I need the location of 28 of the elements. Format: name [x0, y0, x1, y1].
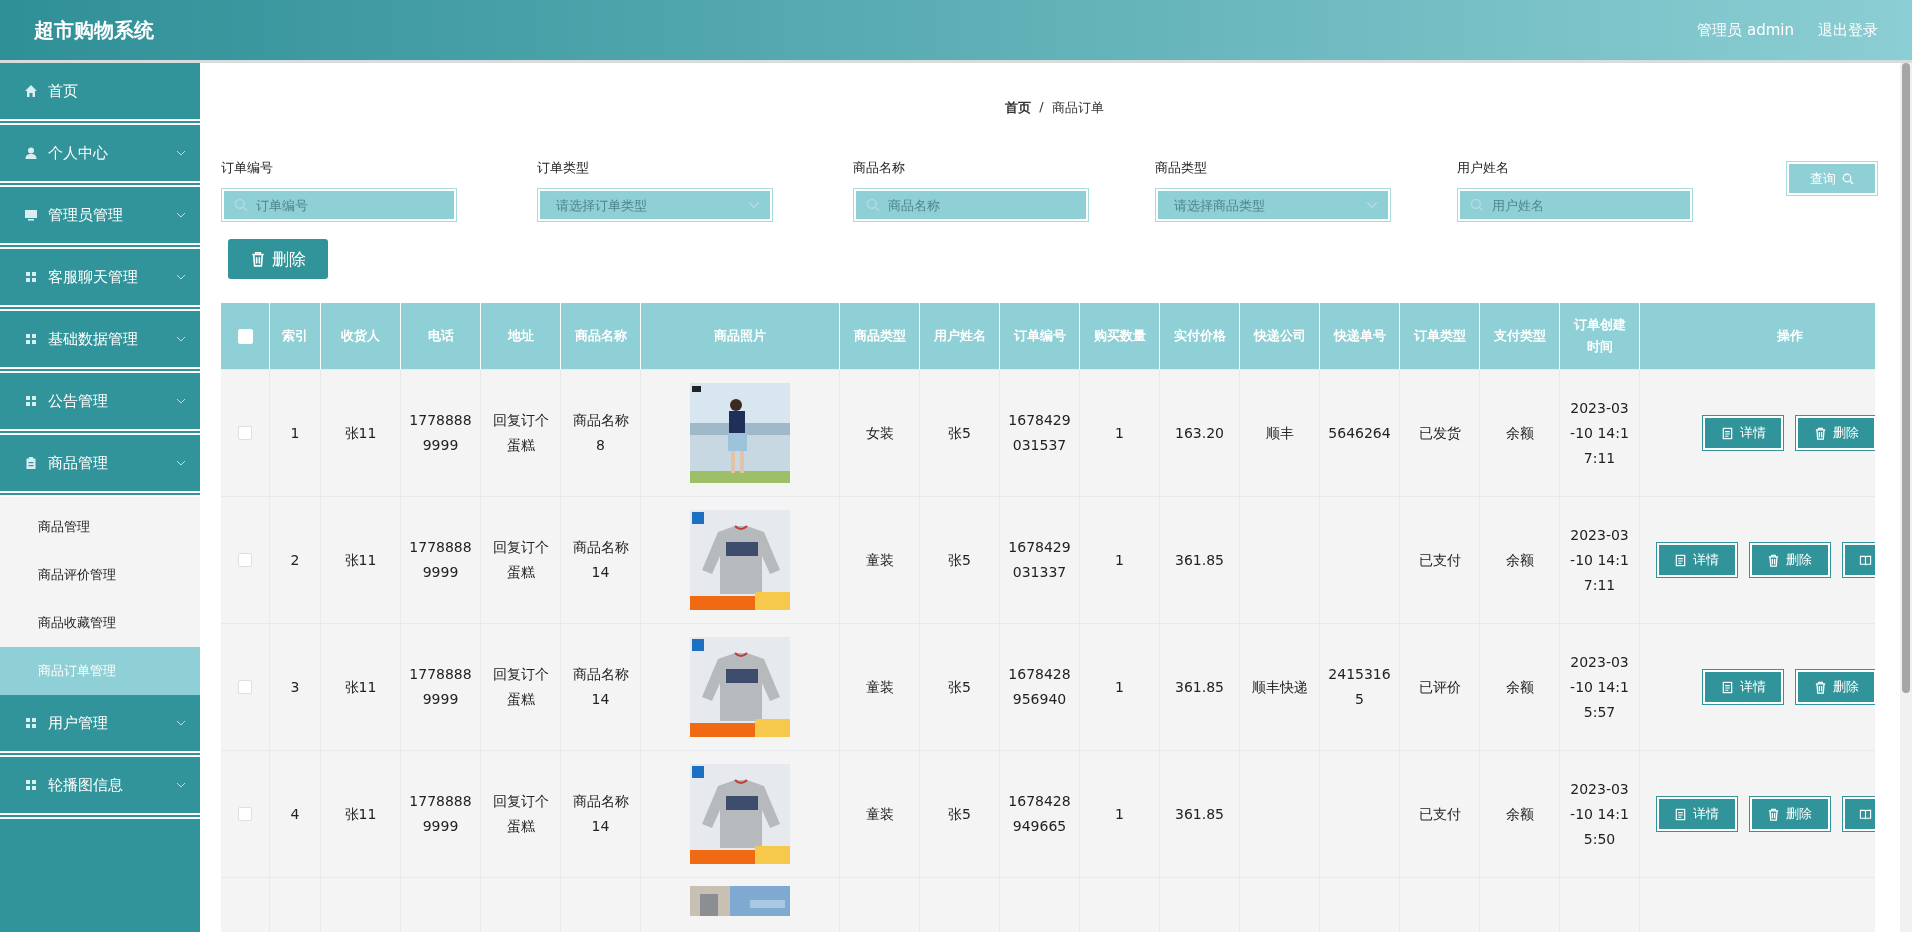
delete-button[interactable]: 删除 — [228, 239, 328, 279]
filter-label: 用户姓名 — [1457, 159, 1510, 176]
delete-row-button[interactable]: 删除 — [1748, 542, 1831, 578]
admin-user-label: 管理员 admin — [1697, 20, 1794, 40]
detail-button[interactable]: 详情 — [1655, 796, 1738, 832]
delete-row-button[interactable]: 删除 — [1748, 796, 1831, 832]
filter-label: 商品类型 — [1155, 159, 1208, 176]
select-field[interactable]: 请选择商品类型 — [1155, 188, 1391, 222]
detail-button[interactable]: 详情 — [1655, 542, 1738, 578]
breadcrumb-item[interactable]: 首页 — [1005, 99, 1032, 139]
detail-button[interactable]: 详情 — [1702, 415, 1784, 451]
search-field[interactable]: 商品名称 — [853, 188, 1089, 222]
detail-button[interactable]: 详情 — [1702, 669, 1784, 705]
app-title: 超市购物系统 — [34, 16, 154, 44]
logout-link[interactable]: 退出登录 — [1818, 20, 1878, 40]
breadcrumb-item[interactable]: 商品订单 — [1051, 99, 1104, 139]
submenu-item[interactable]: 商品管理 — [0, 503, 200, 551]
submenu-item[interactable]: 商品评价管理 — [0, 551, 200, 599]
submenu-item[interactable]: 商品收藏管理 — [0, 599, 200, 647]
delete-row-button[interactable]: 删除 — [1795, 415, 1875, 451]
filter-label: 商品名称 — [853, 159, 906, 176]
select-field[interactable]: 请选择订单类型 — [537, 188, 773, 222]
delete-row-button[interactable]: 删除 — [1795, 669, 1875, 705]
search-field[interactable]: 订单编号 — [221, 188, 457, 222]
filter-label: 订单类型 — [537, 159, 590, 176]
filter-label: 订单编号 — [221, 159, 274, 176]
search-field[interactable]: 用户姓名 — [1457, 188, 1693, 222]
breadcrumb-separator: / — [1039, 99, 1044, 116]
